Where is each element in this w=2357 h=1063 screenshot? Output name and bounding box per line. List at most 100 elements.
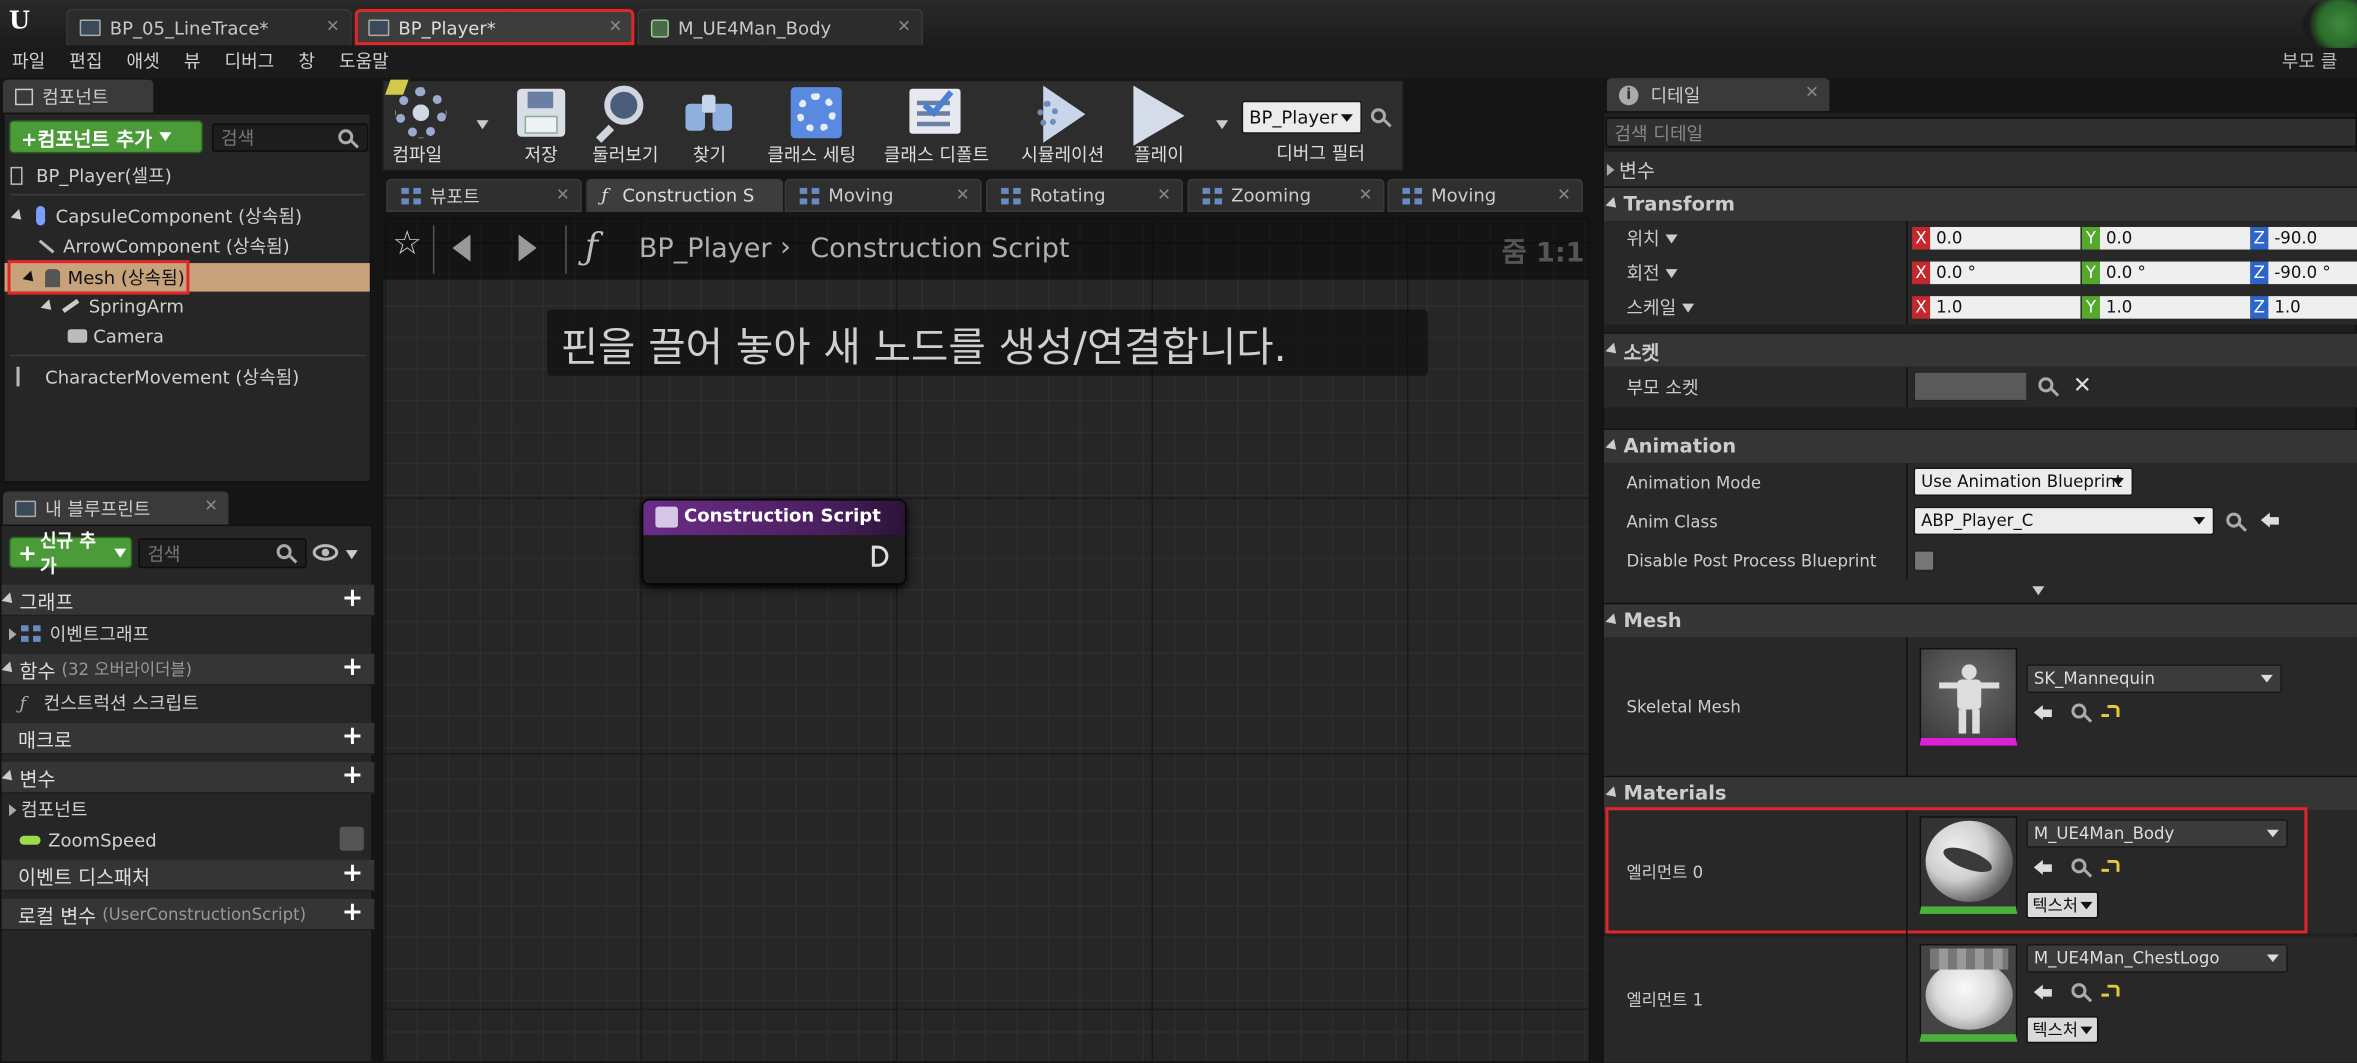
menu-help[interactable]: 도움말: [327, 48, 401, 75]
add-variable-button[interactable]: +: [340, 763, 366, 791]
class-defaults-button[interactable]: 클래스 디폴트: [876, 83, 996, 170]
section-macros[interactable]: 매크로 +: [1, 723, 375, 755]
tab-construction-script[interactable]: ƒ Construction S: [586, 178, 784, 212]
reset-yellow-icon[interactable]: [2101, 705, 2120, 718]
animation-mode-select[interactable]: Use Animation Blueprint: [1913, 467, 2134, 497]
anim-class-select[interactable]: ABP_Player_C: [1913, 506, 2215, 536]
tab-zooming[interactable]: Zooming ✕: [1187, 178, 1385, 212]
compile-button[interactable]: 컴파일: [385, 79, 478, 170]
advanced-expand-row[interactable]: [1603, 580, 2357, 603]
visibility-eye-icon[interactable]: [339, 826, 364, 851]
use-selected-arrow-icon[interactable]: [2033, 859, 2054, 877]
section-animation[interactable]: Animation: [1603, 428, 2357, 463]
play-options-icon[interactable]: [1216, 120, 1229, 130]
rotation-z-field[interactable]: -90.0 °: [2268, 261, 2357, 285]
scale-z-field[interactable]: 1.0: [2268, 296, 2357, 319]
tab-bp-05-linetrace[interactable]: BP_05_LineTrace* ✕: [66, 9, 352, 46]
menu-file[interactable]: 파일: [0, 48, 57, 75]
rotation-y[interactable]: Y 0.0 °: [2081, 261, 2251, 285]
expand-arrow-icon[interactable]: [40, 298, 56, 314]
material-1-texture-button[interactable]: 텍스처: [2026, 1016, 2100, 1044]
details-search-input[interactable]: 검색 디테일: [1605, 117, 2357, 148]
tree-item-charmovement[interactable]: CharacterMovement (상속됨): [16, 362, 300, 391]
use-selected-arrow-icon[interactable]: [2260, 512, 2281, 530]
component-search-input[interactable]: 검색: [211, 123, 369, 152]
scale-y[interactable]: Y 1.0: [2081, 296, 2251, 319]
forward-arrow-icon[interactable]: [518, 234, 537, 262]
reset-yellow-icon[interactable]: [2101, 984, 2120, 997]
menu-edit[interactable]: 편집: [57, 48, 114, 75]
tab-moving-2[interactable]: Moving ✕: [1387, 178, 1583, 212]
scale-y-field[interactable]: 1.0: [2099, 296, 2251, 319]
components-tab[interactable]: 컴포넌트: [3, 79, 154, 113]
debug-object-select[interactable]: BP_Player: [1241, 100, 1362, 134]
scale-x-field[interactable]: 1.0: [1930, 296, 2081, 319]
simulation-button[interactable]: 시뮬레이션: [1016, 83, 1109, 170]
close-icon[interactable]: ✕: [1359, 185, 1373, 205]
my-blueprint-tab[interactable]: 내 블루프린트 ✕: [3, 491, 229, 525]
rotation-z[interactable]: Z -90.0 °: [2250, 261, 2357, 285]
breadcrumb-leaf[interactable]: Construction Script: [810, 233, 1069, 265]
browse-asset-icon[interactable]: [2071, 858, 2087, 874]
menu-debug[interactable]: 디버그: [212, 48, 286, 75]
menu-asset[interactable]: 애셋: [115, 48, 172, 75]
tab-viewport[interactable]: 뷰포트 ✕: [386, 178, 582, 212]
rotation-y-field[interactable]: 0.0 °: [2099, 261, 2251, 285]
menu-window[interactable]: 창: [286, 48, 327, 75]
eye-icon[interactable]: [312, 544, 339, 561]
source-control-icon[interactable]: [2302, 0, 2357, 49]
play-button[interactable]: 플레이: [1124, 83, 1193, 170]
browse-socket-icon[interactable]: [2038, 377, 2054, 393]
material-0-thumbnail[interactable]: [1919, 816, 2018, 914]
tree-item-camera[interactable]: Camera: [67, 322, 164, 351]
back-arrow-icon[interactable]: [452, 234, 471, 262]
tab-bp-player[interactable]: BP_Player* ✕: [354, 9, 635, 46]
close-icon[interactable]: ✕: [326, 17, 340, 37]
expand-arrow-icon[interactable]: [9, 627, 17, 640]
tab-moving[interactable]: Moving ✕: [784, 178, 982, 212]
section-mesh[interactable]: Mesh: [1603, 602, 2357, 638]
chevron-down-icon[interactable]: [345, 550, 358, 560]
add-component-button[interactable]: +컴포넌트 추가: [9, 120, 203, 154]
expand-arrow-icon[interactable]: [10, 208, 26, 224]
chevron-down-icon[interactable]: [1665, 268, 1678, 278]
tree-item-springarm[interactable]: SpringArm: [38, 292, 184, 321]
rotation-x[interactable]: X 0.0 °: [1912, 261, 2081, 285]
tab-rotating[interactable]: Rotating ✕: [986, 178, 1184, 212]
close-icon[interactable]: ✕: [1805, 83, 1819, 103]
browse-asset-icon[interactable]: [2071, 983, 2087, 999]
construction-script-node[interactable]: Construction Script: [641, 499, 907, 585]
tree-item-arrow[interactable]: ArrowComponent (상속됨): [38, 231, 290, 260]
node-header[interactable]: Construction Script: [643, 500, 905, 536]
material-1-thumbnail[interactable]: [1919, 944, 2018, 1042]
scale-x[interactable]: X 1.0: [1912, 296, 2081, 319]
section-functions[interactable]: 함수 (32 오버라이더블) +: [1, 653, 375, 686]
location-z-field[interactable]: -90.0: [2268, 226, 2357, 250]
add-dispatcher-button[interactable]: +: [340, 861, 366, 889]
find-button[interactable]: 찾기: [679, 83, 739, 170]
section-socket[interactable]: 소켓: [1603, 332, 2357, 367]
list-item-components[interactable]: 컴포넌트: [5, 795, 88, 824]
reset-yellow-icon[interactable]: [2101, 859, 2120, 872]
compile-options-icon[interactable]: [476, 120, 489, 130]
section-event-dispatchers[interactable]: 이벤트 디스패처 +: [1, 859, 375, 892]
skeletal-mesh-select[interactable]: SK_Mannequin: [2026, 664, 2282, 693]
close-icon[interactable]: ✕: [204, 496, 218, 516]
save-button[interactable]: 저장: [508, 83, 574, 170]
list-item-event-graph[interactable]: 이벤트그래프: [5, 619, 150, 648]
location-y[interactable]: Y 0.0: [2081, 226, 2251, 250]
clear-icon[interactable]: ✕: [2073, 371, 2092, 398]
location-x[interactable]: X 0.0: [1912, 226, 2081, 250]
scale-z[interactable]: Z 1.0: [2250, 296, 2357, 319]
tree-item-mesh[interactable]: Mesh (상속됨): [4, 260, 370, 295]
add-function-button[interactable]: +: [340, 655, 366, 683]
browse-asset-icon[interactable]: [2071, 703, 2087, 719]
section-variables[interactable]: 변수: [1603, 151, 2357, 187]
expand-arrow-icon[interactable]: [9, 803, 17, 816]
list-item-construction-script[interactable]: ƒ 컨스트럭션 스크립트: [20, 688, 199, 717]
tree-item-root[interactable]: BP_Player(셀프): [10, 161, 172, 190]
class-settings-button[interactable]: 클래스 세팅: [759, 83, 864, 170]
close-icon[interactable]: ✕: [608, 17, 622, 37]
close-icon[interactable]: ✕: [1157, 185, 1171, 205]
close-icon[interactable]: ✕: [897, 17, 911, 37]
